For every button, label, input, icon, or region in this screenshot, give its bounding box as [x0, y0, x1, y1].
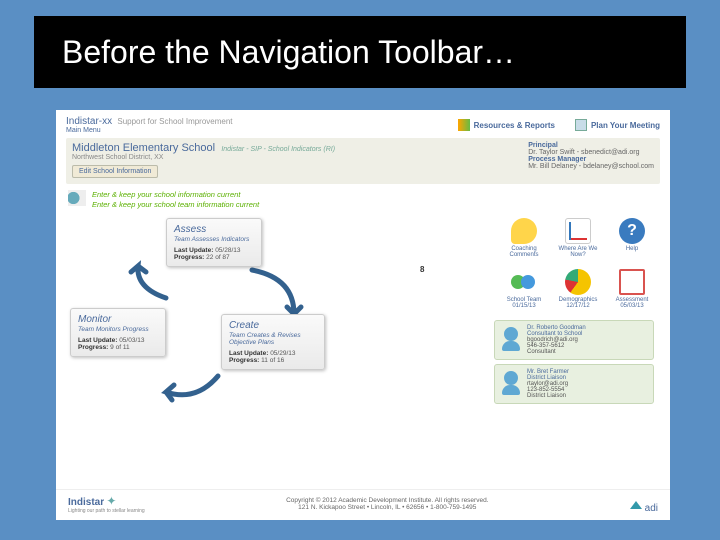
main-menu-link[interactable]: Main Menu: [66, 127, 233, 134]
main-content: Assess Team Assesses Indicators Last Upd…: [56, 214, 670, 420]
slide-title: Before the Navigation Toolbar…: [34, 16, 686, 88]
create-title: Create: [229, 320, 317, 331]
district-name: Northwest School District, XX: [72, 154, 335, 161]
contact-role: District Liaison: [527, 375, 569, 381]
team-count-badge: 8: [420, 265, 424, 274]
principal-role: Principal: [528, 142, 654, 149]
tile-label: School Team 01/15/13: [507, 297, 542, 310]
app-screenshot: Indistar-xx Support for School Improveme…: [56, 110, 670, 520]
plan-label: Plan Your Meeting: [591, 121, 660, 130]
label: Last Update:: [78, 337, 117, 344]
contact-liaison[interactable]: Mr. Bret Farmer District Liaison rtaylor…: [494, 364, 654, 404]
contact-tag: District Liaison: [527, 393, 569, 399]
brand: Indistar-xx: [66, 116, 112, 127]
label: Progress:: [174, 254, 204, 261]
speaker-icon: [458, 119, 470, 131]
contact-name: Dr. Roberto Goodman: [527, 325, 586, 331]
indistar-logo: Indistar: [68, 497, 104, 508]
label: Last Update:: [229, 350, 268, 357]
value: 05/29/13: [270, 350, 295, 357]
monitor-sub: Team Monitors Progress: [78, 326, 158, 333]
contact-name: Mr. Bret Farmer: [527, 369, 569, 375]
calendar-icon: [575, 119, 587, 131]
arrow-icon: [158, 368, 228, 408]
help-tile[interactable]: ? Help: [610, 218, 654, 259]
plan-meeting-link[interactable]: Plan Your Meeting: [575, 116, 660, 134]
tile-label: Coaching Comments: [509, 246, 538, 259]
copyright: Copyright © 2012 Academic Development In…: [145, 497, 630, 504]
team-tile[interactable]: School Team 01/15/13: [502, 269, 546, 310]
value: 22 of 87: [206, 254, 230, 261]
tile-label: Help: [626, 246, 638, 252]
value: 11 of 16: [261, 357, 284, 364]
star-icon: ✦: [106, 494, 116, 508]
tile-label: Where Are We Now?: [559, 246, 598, 259]
resources-label: Resources & Reports: [474, 121, 555, 130]
coaching-tile[interactable]: Coaching Comments: [502, 218, 546, 259]
header: Indistar-xx Support for School Improveme…: [56, 110, 670, 136]
house-icon: [630, 495, 642, 509]
tile-row-1: Coaching Comments Where Are We Now? ? Hel…: [354, 218, 660, 259]
person-icon: [501, 325, 521, 355]
pie-icon: [565, 269, 591, 295]
assess-card[interactable]: Assess Team Assesses Indicators Last Upd…: [166, 218, 262, 267]
contact-consultant[interactable]: Dr. Roberto Goodman Consultant to School…: [494, 320, 654, 360]
footer: Indistar ✦ Lighting our path to stellar …: [56, 489, 670, 520]
value: 05/03/13: [119, 337, 144, 344]
address: 121 N. Kickapoo Street • Lincoln, IL • 6…: [145, 504, 630, 511]
adi-text: adi: [645, 503, 658, 514]
chart-icon: [565, 218, 591, 244]
process-cycle: Assess Team Assesses Indicators Last Upd…: [66, 218, 346, 418]
brand-tagline: Support for School Improvement: [117, 117, 232, 126]
logo-tagline: Lighting our path to stellar learning: [68, 508, 145, 514]
monitor-card[interactable]: Monitor Team Monitors Progress Last Upda…: [70, 308, 166, 357]
value: 05/28/13: [215, 247, 240, 254]
demographics-tile[interactable]: Demographics 12/17/12: [556, 269, 600, 310]
label: Last Update:: [174, 247, 213, 254]
school-info-bar: Middleton Elementary School Indistar - S…: [66, 138, 660, 184]
people-icon: [511, 269, 537, 295]
create-card[interactable]: Create Team Creates & Revises Objective …: [221, 314, 325, 370]
monitor-title: Monitor: [78, 314, 158, 325]
tile-label: Assessment 05/03/13: [616, 297, 649, 310]
assessment-tile[interactable]: Assessment 05/03/13: [610, 269, 654, 310]
label: Progress:: [78, 344, 108, 351]
megaphone-icon: [68, 190, 86, 206]
contact-tag: Consultant: [527, 349, 586, 355]
assess-title: Assess: [174, 224, 254, 235]
pm-name: Mr. Bill Delaney - bdelaney@school.com: [528, 163, 654, 170]
create-sub: Team Creates & Revises Objective Plans: [229, 332, 317, 346]
adi-logo: adi: [630, 495, 658, 514]
assess-sub: Team Assesses Indicators: [174, 236, 254, 243]
tile-row-2: 8 School Team 01/15/13 Demographics 12/1…: [354, 269, 660, 310]
alerts: Enter & keep your school information cur…: [56, 186, 670, 214]
contact-email: rtaylor@adi.org: [527, 381, 569, 387]
contact-email: bgoodrich@adi.org: [527, 337, 586, 343]
where-tile[interactable]: Where Are We Now?: [556, 218, 600, 259]
contact-phone: 123-852-5554: [527, 387, 569, 393]
principal-name: Dr. Taylor Swift - sbenedict@adi.org: [528, 149, 654, 156]
school-tag: Indistar - SIP - School Indicators (RI): [221, 146, 335, 153]
value: 9 of 11: [110, 344, 129, 351]
edit-school-button[interactable]: Edit School Information: [72, 165, 158, 178]
label: Progress:: [229, 357, 259, 364]
resources-link[interactable]: Resources & Reports: [458, 116, 555, 134]
speech-icon: [511, 218, 537, 244]
contact-role: Consultant to School: [527, 331, 586, 337]
tile-label: Demographics 12/17/12: [559, 297, 598, 310]
alert-line-2[interactable]: Enter & keep your school team informatio…: [92, 200, 259, 210]
school-name: Middleton Elementary School: [72, 142, 215, 154]
staff-info: Principal Dr. Taylor Swift - sbenedict@a…: [528, 142, 654, 178]
person-icon: [501, 369, 521, 399]
alert-line-1[interactable]: Enter & keep your school information cur…: [92, 190, 259, 200]
side-panel: Coaching Comments Where Are We Now? ? Hel…: [354, 218, 660, 418]
clipboard-icon: [619, 269, 645, 295]
pm-role: Process Manager: [528, 156, 654, 163]
help-icon: ?: [619, 218, 645, 244]
